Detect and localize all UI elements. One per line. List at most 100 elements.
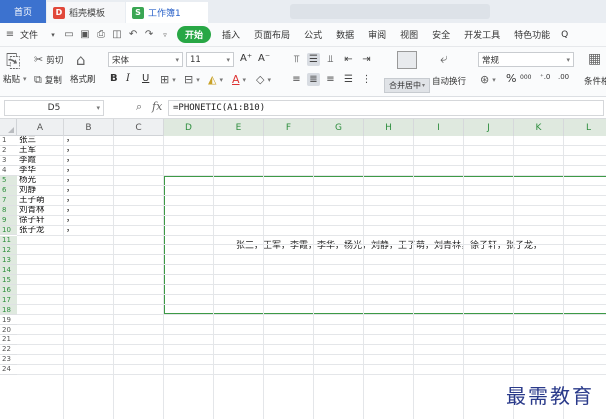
align-center-button[interactable]: ≣ bbox=[307, 73, 320, 86]
column-header-l[interactable]: L bbox=[564, 119, 606, 136]
align-bottom-button[interactable]: ⫫ bbox=[324, 53, 337, 66]
increase-decimal-button[interactable]: ⁺.0 bbox=[540, 73, 550, 81]
cell-b8[interactable]: ， bbox=[66, 205, 113, 214]
paste-button[interactable]: 粘贴 ▾ bbox=[3, 73, 27, 85]
distributed-align-button[interactable]: ⋮ bbox=[360, 73, 373, 86]
currency-button[interactable]: ⊛ ▾ bbox=[480, 73, 496, 86]
column-header-g[interactable]: G bbox=[314, 119, 364, 136]
name-box[interactable]: D5 ▾ bbox=[4, 100, 104, 116]
row-header-22[interactable]: 22 bbox=[0, 345, 17, 355]
cell-a5[interactable]: 杨光 bbox=[19, 176, 63, 185]
cut-button[interactable]: ✂ 剪切 bbox=[34, 53, 63, 66]
row-header-19[interactable]: 19 bbox=[0, 315, 17, 326]
cell-b6[interactable]: ， bbox=[66, 185, 113, 194]
row-header-14[interactable]: 14 bbox=[0, 265, 17, 276]
align-middle-button[interactable]: ☰ bbox=[307, 53, 320, 66]
cell-b4[interactable]: ， bbox=[66, 165, 113, 174]
format-painter-icon[interactable]: ⌂ bbox=[76, 51, 86, 69]
column-header-k[interactable]: K bbox=[514, 119, 564, 136]
column-header-b[interactable]: B bbox=[64, 119, 114, 136]
clear-format-button[interactable]: ◇ ▾ bbox=[256, 73, 271, 86]
conditional-format-button[interactable]: 条件格 bbox=[584, 75, 606, 87]
menu-file[interactable]: 文件 bbox=[18, 28, 45, 41]
cell-b5[interactable]: ， bbox=[66, 175, 113, 184]
zoom-icon[interactable]: ⌕ bbox=[136, 100, 142, 114]
row-header-18[interactable]: 18 bbox=[0, 305, 17, 316]
number-format-select[interactable]: 常规 ▾ bbox=[478, 52, 574, 67]
column-header-a[interactable]: A bbox=[17, 119, 64, 136]
menu-view[interactable]: 视图 bbox=[393, 28, 425, 41]
menu-page-layout[interactable]: 页面布局 bbox=[247, 28, 297, 41]
grow-font-button[interactable]: A⁺ bbox=[240, 53, 252, 64]
cell-a6[interactable]: 刘静 bbox=[19, 186, 63, 195]
formula-input[interactable]: =PHONETIC(A1:B10) bbox=[168, 100, 604, 116]
customize-quick-access-icon[interactable]: ▿ bbox=[159, 29, 171, 41]
row-header-5[interactable]: 5 bbox=[0, 175, 17, 186]
cell-a4[interactable]: 李华 bbox=[19, 166, 63, 175]
redo-icon[interactable]: ↷ bbox=[143, 29, 155, 41]
fill-color-button[interactable]: ◭ ▾ bbox=[208, 73, 223, 86]
font-size-select[interactable]: 11 ▾ bbox=[186, 52, 234, 67]
cell-b10[interactable]: ， bbox=[66, 225, 113, 234]
row-header-4[interactable]: 4 bbox=[0, 166, 17, 176]
paste-icon[interactable]: ⎘ bbox=[6, 51, 20, 72]
tab-home[interactable]: 首页 bbox=[0, 0, 46, 23]
align-right-button[interactable]: ≡ bbox=[324, 73, 337, 86]
tab-workbook[interactable]: S 工作簿1 bbox=[126, 2, 208, 23]
row-header-1[interactable]: 1 bbox=[0, 136, 17, 146]
underline-button[interactable]: U bbox=[142, 73, 149, 84]
decrease-indent-button[interactable]: ⇤ bbox=[342, 53, 355, 66]
font-color-button[interactable]: A ▾ bbox=[232, 73, 246, 86]
undo-icon[interactable]: ↶ bbox=[127, 29, 139, 41]
column-header-i[interactable]: I bbox=[414, 119, 464, 136]
align-left-button[interactable]: ≡ bbox=[290, 73, 303, 86]
cell-b1[interactable]: ， bbox=[66, 135, 113, 144]
column-header-h[interactable]: H bbox=[364, 119, 414, 136]
row-header-9[interactable]: 9 bbox=[0, 215, 17, 226]
bold-button[interactable]: B bbox=[110, 73, 118, 84]
conditional-format-icon[interactable]: ▦ bbox=[588, 51, 601, 67]
row-header-16[interactable]: 16 bbox=[0, 285, 17, 296]
cell-b3[interactable]: ， bbox=[66, 155, 113, 164]
menu-data[interactable]: 数据 bbox=[329, 28, 361, 41]
cell-a2[interactable]: 王军 bbox=[19, 146, 63, 155]
italic-button[interactable]: I bbox=[126, 73, 130, 84]
cell-a3[interactable]: 李霞 bbox=[19, 156, 63, 165]
copy-button[interactable]: ⧉ 复制 bbox=[34, 73, 62, 87]
print-icon[interactable]: ⎙ bbox=[95, 29, 107, 41]
row-header-15[interactable]: 15 bbox=[0, 275, 17, 286]
row-header-24[interactable]: 24 bbox=[0, 365, 17, 375]
menu-developer[interactable]: 开发工具 bbox=[457, 28, 507, 41]
column-header-d[interactable]: D bbox=[164, 119, 214, 136]
thousands-separator-button[interactable]: 000 bbox=[520, 74, 531, 81]
cell-a8[interactable]: 刘青林 bbox=[19, 206, 63, 215]
row-header-23[interactable]: 23 bbox=[0, 355, 17, 365]
row-header-17[interactable]: 17 bbox=[0, 295, 17, 306]
format-painter-button[interactable]: 格式刷 bbox=[70, 73, 96, 85]
column-header-e[interactable]: E bbox=[214, 119, 264, 136]
row-header-21[interactable]: 21 bbox=[0, 335, 17, 345]
column-header-c[interactable]: C bbox=[114, 119, 164, 136]
row-header-13[interactable]: 13 bbox=[0, 255, 17, 266]
chevron-down-icon[interactable]: ▾ bbox=[47, 29, 59, 41]
increase-indent-button[interactable]: ⇥ bbox=[360, 53, 373, 66]
column-header-j[interactable]: J bbox=[464, 119, 514, 136]
percent-button[interactable]: % bbox=[506, 72, 516, 85]
select-all-corner[interactable] bbox=[0, 119, 17, 136]
menu-insert[interactable]: 插入 bbox=[215, 28, 247, 41]
wrap-text-icon[interactable]: ⤶ bbox=[440, 51, 448, 67]
merge-center-button[interactable]: 合并居中 ▾ bbox=[384, 49, 430, 95]
search-icon[interactable]: Q bbox=[557, 30, 575, 40]
menu-formulas[interactable]: 公式 bbox=[297, 28, 329, 41]
cell-a9[interactable]: 徐子轩 bbox=[19, 216, 63, 225]
cell-a1[interactable]: 张三 bbox=[19, 136, 63, 145]
column-header-f[interactable]: F bbox=[264, 119, 314, 136]
tab-templates[interactable]: D 稻壳模板 bbox=[47, 2, 125, 23]
fx-icon[interactable]: fx bbox=[152, 100, 162, 113]
menu-security[interactable]: 安全 bbox=[425, 28, 457, 41]
cell-b2[interactable]: ， bbox=[66, 145, 113, 154]
menu-special-features[interactable]: 特色功能 bbox=[507, 28, 557, 41]
align-top-button[interactable]: ⫪ bbox=[290, 53, 303, 66]
font-name-select[interactable]: 宋体 ▾ bbox=[108, 52, 183, 67]
cell-b9[interactable]: ， bbox=[66, 215, 113, 224]
